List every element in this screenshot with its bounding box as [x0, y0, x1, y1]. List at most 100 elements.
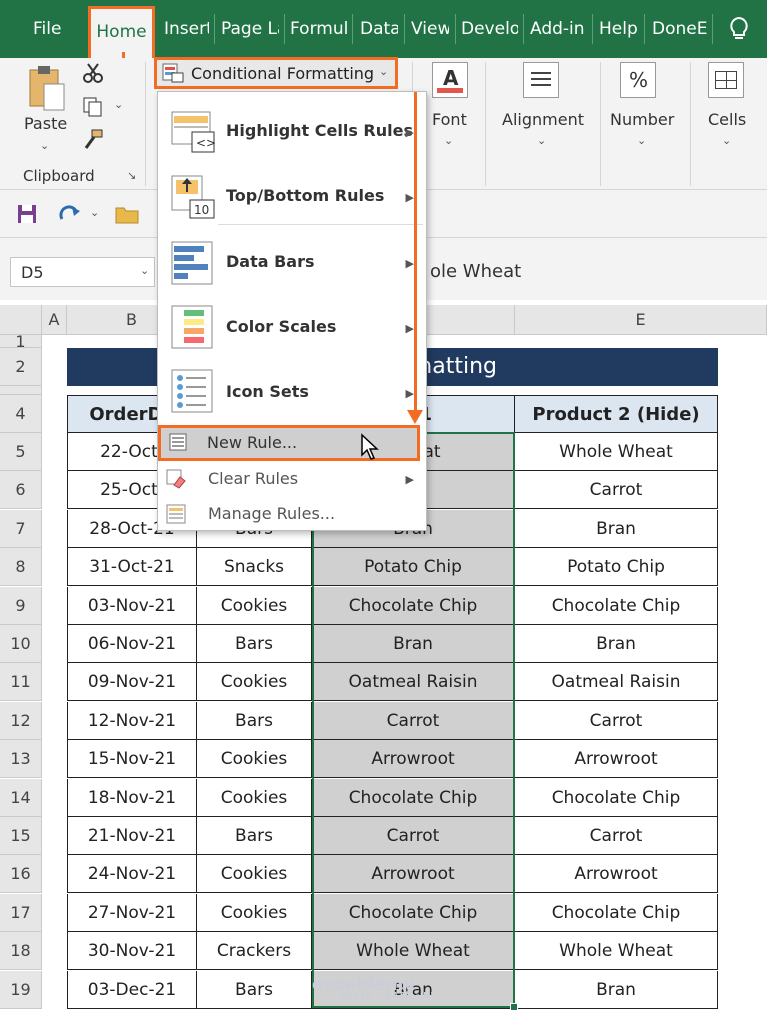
row-header[interactable]: 9 — [0, 586, 42, 625]
table-cell[interactable]: Snacks — [197, 548, 312, 586]
table-cell[interactable]: Cookies — [197, 587, 312, 625]
row-header[interactable]: 19 — [0, 970, 42, 1009]
row-header[interactable]: 5 — [0, 433, 42, 471]
format-painter-icon[interactable] — [82, 128, 104, 150]
cells-label[interactable]: Cells — [708, 110, 746, 129]
tab-doneex[interactable]: DoneEx — [652, 0, 708, 58]
chevron-down-icon[interactable]: ⌄ — [444, 134, 453, 147]
paste-label[interactable]: Paste — [24, 114, 67, 133]
menu-item-icon-sets[interactable]: Icon Sets ▶ — [158, 364, 426, 420]
row-header[interactable]: 6 — [0, 471, 42, 510]
table-cell[interactable]: Chocolate Chip — [515, 894, 718, 932]
row-header[interactable]: 15 — [0, 817, 42, 855]
table-cell[interactable]: Bran — [515, 971, 718, 1009]
table-cell[interactable]: Arrowroot — [515, 855, 718, 893]
table-cell[interactable]: Cookies — [197, 894, 312, 932]
font-icon[interactable]: A — [432, 62, 468, 98]
table-cell[interactable]: Oatmeal Raisin — [312, 663, 515, 701]
table-cell[interactable]: Arrowroot — [312, 855, 515, 893]
copy-icon[interactable] — [82, 96, 104, 118]
table-cell[interactable]: Bars — [197, 625, 312, 663]
save-icon[interactable] — [16, 203, 38, 225]
table-cell[interactable]: Whole Wheat — [515, 433, 718, 471]
table-cell[interactable]: 24-Nov-21 — [67, 855, 197, 893]
table-cell[interactable]: Chocolate Chip — [312, 779, 515, 817]
row-header[interactable]: 18 — [0, 932, 42, 971]
table-cell[interactable]: 30-Nov-21 — [67, 932, 197, 970]
tab-insert[interactable]: Insert — [164, 0, 209, 58]
redo-icon[interactable] — [58, 203, 82, 225]
table-cell[interactable]: Bran — [515, 625, 718, 663]
table-cell[interactable]: Carrot — [312, 702, 515, 740]
table-cell[interactable]: Cookies — [197, 740, 312, 778]
conditional-formatting-button[interactable]: Conditional Formatting ⌄ — [154, 57, 398, 89]
table-cell[interactable]: Bran — [312, 625, 515, 663]
row-header[interactable]: 7 — [0, 509, 42, 548]
table-cell[interactable]: Potato Chip — [515, 548, 718, 586]
chevron-down-icon[interactable]: ⌄ — [637, 134, 646, 147]
open-folder-icon[interactable] — [114, 203, 140, 225]
lightbulb-icon[interactable] — [728, 16, 750, 42]
menu-item-data-bars[interactable]: Data Bars ▶ — [158, 236, 426, 292]
tab-add-ins[interactable]: Add-in — [530, 0, 587, 58]
tab-home[interactable]: Home — [88, 6, 155, 58]
tab-data[interactable]: Data — [360, 0, 398, 58]
chevron-down-icon[interactable]: ⌄ — [722, 134, 731, 147]
table-cell[interactable]: 31-Oct-21 — [67, 548, 197, 586]
table-cell[interactable]: Oatmeal Raisin — [515, 663, 718, 701]
tab-view[interactable]: View — [411, 0, 449, 58]
table-cell[interactable]: Chocolate Chip — [312, 894, 515, 932]
table-cell[interactable]: Chocolate Chip — [515, 587, 718, 625]
table-cell[interactable]: 27-Nov-21 — [67, 894, 197, 932]
tab-file[interactable]: File — [33, 0, 63, 58]
font-label[interactable]: Font — [432, 110, 467, 129]
tab-formulas[interactable]: Formul — [290, 0, 347, 58]
table-cell[interactable]: Chocolate Chip — [515, 779, 718, 817]
row-header[interactable]: 10 — [0, 625, 42, 663]
table-cell[interactable]: Carrot — [515, 702, 718, 740]
row-header[interactable]: 16 — [0, 855, 42, 894]
tab-help[interactable]: Help — [599, 0, 639, 58]
table-cell[interactable]: Whole Wheat — [515, 932, 718, 970]
table-cell[interactable]: Bars — [197, 817, 312, 855]
row-header[interactable]: 1 — [0, 334, 42, 350]
chevron-down-icon[interactable]: ⌄ — [114, 98, 123, 111]
row-header[interactable]: 4 — [0, 395, 42, 433]
table-cell[interactable]: Cookies — [197, 855, 312, 893]
row-header[interactable]: 17 — [0, 893, 42, 932]
table-cell[interactable]: Carrot — [312, 817, 515, 855]
table-cell[interactable]: 03-Nov-21 — [67, 587, 197, 625]
formula-input[interactable]: ole Wheat — [430, 261, 521, 282]
menu-item-manage-rules[interactable]: Manage Rules... — [158, 497, 426, 531]
menu-item-highlight-cells-rules[interactable]: <> Highlight Cells Rules ▶ — [158, 104, 426, 160]
table-cell[interactable]: Potato Chip — [312, 548, 515, 586]
select-all-corner[interactable] — [0, 305, 42, 335]
chevron-down-icon[interactable]: ⌄ — [90, 206, 99, 219]
row-header[interactable]: 8 — [0, 548, 42, 587]
column-header-e[interactable]: E — [515, 305, 767, 335]
table-cell[interactable]: Bars — [197, 971, 312, 1009]
dialog-launcher-icon[interactable]: ↘ — [127, 169, 136, 182]
menu-item-color-scales[interactable]: Color Scales ▶ — [158, 300, 426, 356]
table-cell[interactable]: 15-Nov-21 — [67, 740, 197, 778]
table-cell[interactable]: Crackers — [197, 932, 312, 970]
number-format-icon[interactable]: % — [620, 62, 656, 98]
number-label[interactable]: Number — [610, 110, 674, 129]
tab-developer[interactable]: Develo — [461, 0, 518, 58]
paste-icon[interactable] — [26, 64, 66, 112]
table-cell[interactable]: Cookies — [197, 779, 312, 817]
table-cell[interactable]: 09-Nov-21 — [67, 663, 197, 701]
table-cell[interactable]: 12-Nov-21 — [67, 702, 197, 740]
table-cell[interactable]: Carrot — [515, 817, 718, 855]
row-header[interactable]: 11 — [0, 663, 42, 702]
alignment-label[interactable]: Alignment — [502, 110, 584, 129]
chevron-down-icon[interactable]: ⌄ — [537, 134, 546, 147]
table-cell[interactable]: Bars — [197, 702, 312, 740]
table-cell[interactable]: 06-Nov-21 — [67, 625, 197, 663]
table-cell[interactable]: 03-Dec-21 — [67, 971, 197, 1009]
chevron-down-icon[interactable]: ⌄ — [40, 139, 49, 152]
table-cell[interactable]: Bran — [515, 510, 718, 548]
row-header[interactable]: 13 — [0, 740, 42, 779]
cells-icon[interactable] — [708, 62, 744, 98]
table-cell[interactable]: Carrot — [515, 471, 718, 509]
